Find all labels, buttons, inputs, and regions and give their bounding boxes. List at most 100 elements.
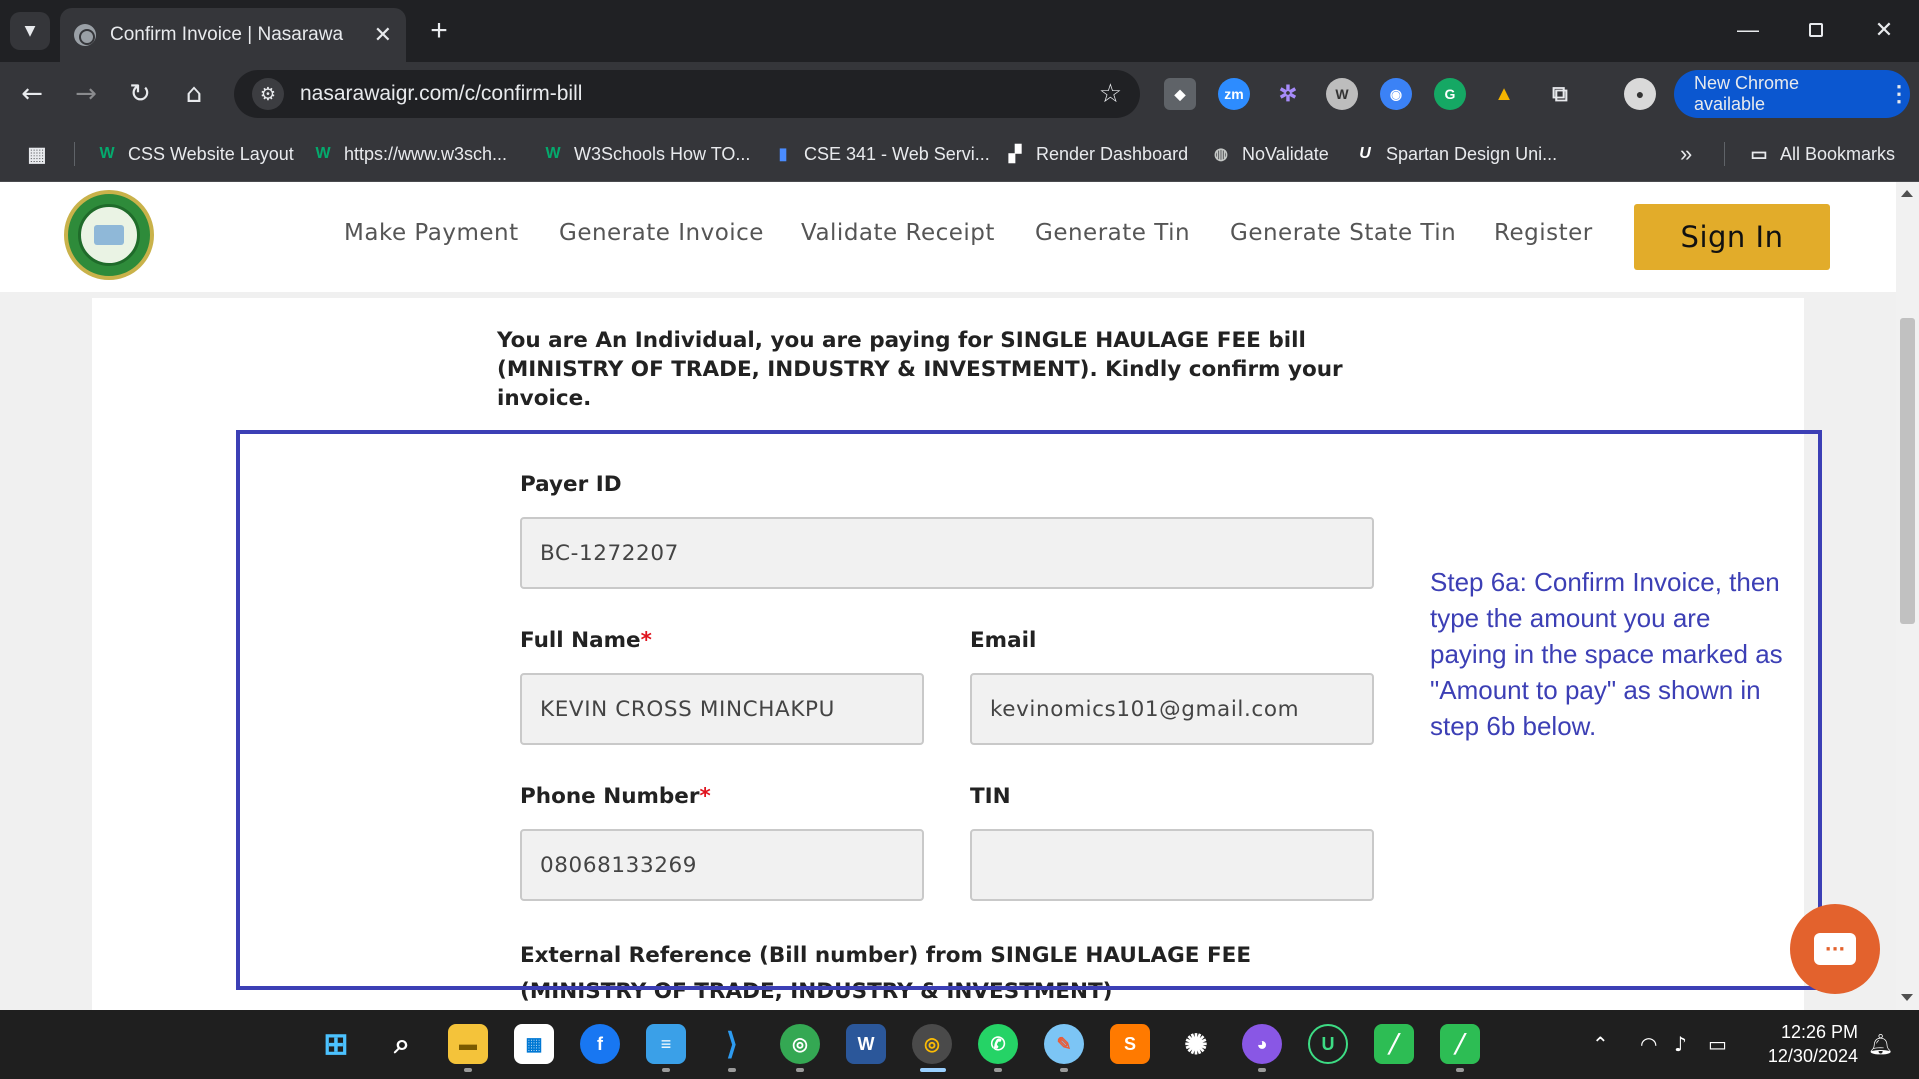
running-indicator <box>1258 1068 1266 1072</box>
restore-button[interactable] <box>1788 10 1844 50</box>
vscode-icon[interactable]: ⟩ <box>712 1024 752 1064</box>
clock-date: 12/30/2024 <box>1767 1046 1858 1066</box>
w-extension-icon[interactable]: W <box>1326 78 1358 110</box>
nav-make-payment[interactable]: Make Payment <box>344 220 519 246</box>
extensions-puzzle-icon[interactable]: ⧉ <box>1544 78 1576 110</box>
clock-time: 12:26 PM <box>1780 1022 1858 1042</box>
notepad-icon[interactable]: ≡ <box>646 1024 686 1064</box>
sign-in-button[interactable]: Sign In <box>1634 204 1830 270</box>
bookmark-cse-341[interactable]: ▮ CSE 341 - Web Servi... <box>772 140 990 168</box>
microsoft-store-icon[interactable]: ▦ <box>514 1024 554 1064</box>
home-icon: ⌂ <box>185 79 203 109</box>
bookmark-label: CSS Website Layout <box>128 143 294 164</box>
nav-register[interactable]: Register <box>1494 220 1593 246</box>
forward-button[interactable]: → <box>66 74 106 114</box>
file-explorer-icon[interactable]: ▬ <box>448 1024 488 1064</box>
wifi-icon[interactable]: ◠ <box>1640 1032 1657 1056</box>
running-indicator <box>728 1068 736 1072</box>
bookmark-label: CSE 341 - Web Servi... <box>804 143 990 164</box>
site-settings-icon[interactable]: ⚙ <box>252 78 284 110</box>
w3schools-icon: W <box>99 145 115 162</box>
grammarly-icon[interactable]: G <box>1434 78 1466 110</box>
nav-validate-receipt[interactable]: Validate Receipt <box>801 220 995 246</box>
active-indicator <box>920 1068 946 1072</box>
running-indicator <box>464 1068 472 1072</box>
more-menu-icon[interactable]: ⋮ <box>1888 81 1910 107</box>
minimize-button[interactable]: — <box>1720 10 1776 50</box>
notification-bell-icon[interactable]: 🔔︎ <box>1868 1032 1893 1056</box>
whatsapp-icon[interactable]: ✆ <box>978 1024 1018 1064</box>
scroll-thumb[interactable] <box>1900 318 1915 624</box>
search-icon[interactable]: ⌕ <box>382 1024 422 1064</box>
show-hidden-icons-chevron[interactable]: ⌃ <box>1592 1032 1609 1056</box>
bookmark-render-dashboard[interactable]: ▞ Render Dashboard <box>1004 140 1188 168</box>
spartan-icon: U <box>1359 145 1371 162</box>
reload-button[interactable]: ↻ <box>120 74 160 114</box>
tab-title: Confirm Invoice | Nasarawa <box>110 24 344 45</box>
facebook-icon[interactable]: f <box>580 1024 620 1064</box>
windows-start-icon[interactable]: ⊞ <box>316 1024 356 1064</box>
upwork-icon[interactable]: U <box>1308 1024 1348 1064</box>
annotation-step-text: Step 6a: Confirm Invoice, then type the … <box>1430 567 1783 741</box>
browser-tab-strip: ▼ Confirm Invoice | Nasarawa ✕ + — ✕ <box>0 0 1919 62</box>
url-text[interactable]: nasarawaigr.com/c/confirm-bill <box>300 82 1099 106</box>
github-icon[interactable]: ◕ <box>1242 1024 1282 1064</box>
apps-grid-icon[interactable]: ▦ <box>26 140 58 168</box>
arrow-left-icon: ← <box>21 79 43 109</box>
battery-icon[interactable]: ▭ <box>1708 1032 1727 1056</box>
page-scrollbar[interactable] <box>1896 182 1919 1010</box>
chat-widget-button[interactable]: ··· <box>1790 904 1880 994</box>
system-clock[interactable]: 12:26 PM 12/30/2024 <box>1748 1020 1858 1068</box>
chrome-dev-icon[interactable]: ◎ <box>780 1024 820 1064</box>
new-tab-button[interactable]: + <box>420 12 458 50</box>
bar-chart-icon: ▮ <box>778 146 788 163</box>
nav-generate-state-tin[interactable]: Generate State Tin <box>1230 220 1456 246</box>
close-tab-icon[interactable]: ✕ <box>374 23 392 48</box>
gear-extension-icon[interactable]: ✲ <box>1272 78 1304 110</box>
close-window-button[interactable]: ✕ <box>1856 10 1912 50</box>
volume-icon[interactable]: ♪ <box>1674 1032 1687 1056</box>
profile-avatar[interactable]: ● <box>1624 78 1656 110</box>
active-tab[interactable]: Confirm Invoice | Nasarawa ✕ <box>60 8 406 62</box>
scroll-down-icon[interactable] <box>1901 994 1913 1001</box>
word-icon[interactable]: W <box>846 1024 886 1064</box>
restore-icon <box>1809 23 1823 37</box>
bookmark-novalidate[interactable]: ◍ NoValidate <box>1210 140 1329 168</box>
nasarawa-logo[interactable] <box>64 190 154 280</box>
bookmark-w3schools-how-to[interactable]: W W3Schools How TO... <box>542 140 750 168</box>
shield-extension-icon[interactable]: ◆ <box>1164 78 1196 110</box>
paint-icon[interactable]: ✎ <box>1044 1024 1084 1064</box>
update-label: New Chrome available <box>1694 73 1800 114</box>
page-viewport: Make Payment Generate Invoice Validate R… <box>0 182 1896 1010</box>
tab-search-button[interactable]: ▼ <box>10 12 50 50</box>
all-bookmarks-button[interactable]: ▭ All Bookmarks <box>1748 140 1895 168</box>
w3schools-icon: W <box>315 145 331 162</box>
running-indicator <box>1456 1068 1464 1072</box>
drive-extension-icon[interactable]: ▲ <box>1488 78 1520 110</box>
bookmark-w3schools[interactable]: W https://www.w3sch... <box>312 140 507 168</box>
sublime-text-icon[interactable]: S <box>1110 1024 1150 1064</box>
back-button[interactable]: ← <box>12 74 52 114</box>
bookmark-star-icon[interactable]: ☆ <box>1099 79 1122 109</box>
nav-generate-invoice[interactable]: Generate Invoice <box>559 220 764 246</box>
green-app-icon-2[interactable]: ╱ <box>1440 1024 1480 1064</box>
reload-icon: ↻ <box>129 79 151 109</box>
bookmark-separator <box>1724 142 1725 166</box>
bookmarks-bar: ▦ W CSS Website Layout W https://www.w3s… <box>0 126 1919 182</box>
address-bar[interactable]: ⚙ nasarawaigr.com/c/confirm-bill ☆ <box>234 70 1140 118</box>
green-app-icon[interactable]: ╱ <box>1374 1024 1414 1064</box>
chrome-icon[interactable]: ◎ <box>912 1024 952 1064</box>
bookmark-spartan-design[interactable]: U Spartan Design Uni... <box>1354 140 1557 168</box>
home-button[interactable]: ⌂ <box>174 74 214 114</box>
site-header: Make Payment Generate Invoice Validate R… <box>0 182 1896 292</box>
bookmark-css-website-layout[interactable]: W CSS Website Layout <box>96 140 294 168</box>
nav-generate-tin[interactable]: Generate Tin <box>1035 220 1190 246</box>
chatgpt-icon[interactable]: ✺ <box>1176 1024 1216 1064</box>
bookmarks-overflow-button[interactable]: » <box>1680 140 1692 168</box>
new-chrome-available-button[interactable]: New Chrome available ⋮ <box>1674 70 1910 118</box>
zoom-extension-icon[interactable]: zm <box>1218 78 1250 110</box>
blue-extension-icon[interactable]: ◉ <box>1380 78 1412 110</box>
scroll-up-icon[interactable] <box>1901 190 1913 197</box>
running-indicator <box>796 1068 804 1072</box>
windows-taskbar: ⊞ ⌕ ▬ ▦ f ≡ ⟩ ◎ W ◎ ✆ ✎ S ✺ ◕ U ╱ ╱ ⌃ ◠ … <box>0 1010 1919 1079</box>
